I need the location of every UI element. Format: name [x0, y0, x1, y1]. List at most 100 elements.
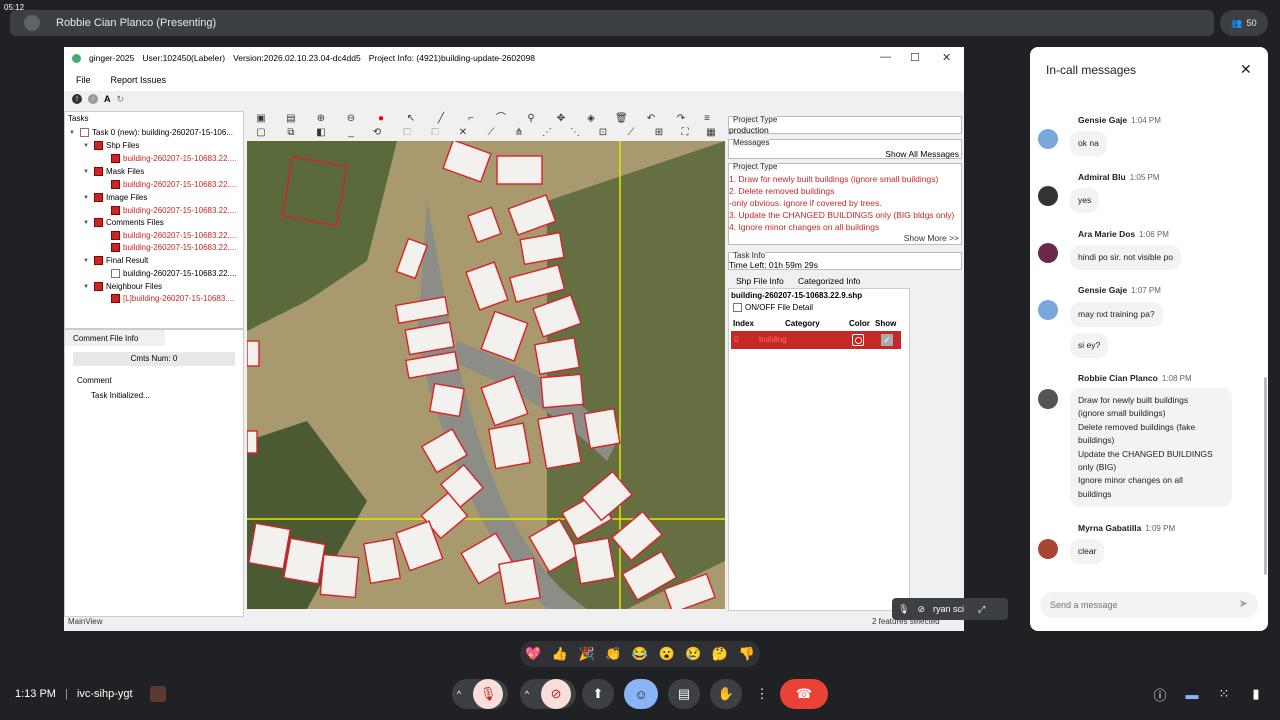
pointer-icon[interactable]: ↖: [405, 113, 417, 125]
activities-button[interactable]: ⁙: [1214, 679, 1234, 709]
refresh-icon[interactable]: ↻: [117, 94, 125, 105]
zoom-in-icon[interactable]: ⊕: [315, 113, 327, 125]
tree-group-final[interactable]: ▼ Final Result: [83, 256, 148, 265]
reactions-button[interactable]: ☺: [624, 679, 658, 709]
tree-group-mask[interactable]: ▼ Mask Files: [83, 167, 144, 176]
checkbox[interactable]: [111, 294, 120, 303]
tab-comment-file-info[interactable]: Comment File Info: [65, 330, 165, 348]
cut-icon[interactable]: ✕: [457, 127, 469, 139]
checkbox[interactable]: [111, 154, 120, 163]
tree-file[interactable]: building-260207-15-10683.22....: [111, 243, 236, 252]
checkbox[interactable]: [94, 256, 103, 265]
tree-file[interactable]: building-260207-15-10683.22....: [111, 206, 236, 215]
collapse-icon[interactable]: ▼: [83, 258, 91, 264]
copy-icon[interactable]: ⧠: [401, 127, 413, 139]
upload-icon[interactable]: ↑: [88, 94, 98, 104]
map-canvas[interactable]: [247, 141, 725, 609]
tab-categorized-info[interactable]: Categorized Info: [798, 276, 860, 286]
participants-button[interactable]: 👥 50: [1220, 10, 1268, 36]
surprised-reaction[interactable]: 😮: [659, 646, 675, 662]
mic-off-button[interactable]: 🎙: [473, 679, 504, 709]
raise-hand-button[interactable]: ✋: [710, 679, 742, 709]
laugh-reaction[interactable]: 😂: [632, 646, 648, 662]
tree-group-comments[interactable]: ▼ Comments Files: [83, 218, 164, 227]
thumbs-up-reaction[interactable]: 👍: [552, 646, 568, 662]
brush-icon[interactable]: ⟋: [625, 127, 637, 139]
info-icon[interactable]: !: [72, 94, 82, 104]
checkbox[interactable]: [111, 206, 120, 215]
export-icon[interactable]: ◧: [315, 127, 327, 139]
party-reaction[interactable]: 🎉: [579, 646, 595, 662]
tree-file[interactable]: building-260207-15-10683.22....: [111, 269, 236, 278]
show-more-button[interactable]: Show More >>: [904, 233, 959, 243]
redo-icon[interactable]: ↷: [675, 113, 687, 125]
checkbox[interactable]: [94, 141, 103, 150]
tree-file[interactable]: [L]building-260207-15-10683....: [111, 294, 234, 303]
collapse-icon[interactable]: ▼: [83, 195, 91, 201]
expand-icon[interactable]: ⤢: [978, 604, 985, 615]
undo-icon[interactable]: ↶: [645, 113, 657, 125]
checkbox[interactable]: [94, 218, 103, 227]
tree-group-image[interactable]: ▼ Image Files: [83, 193, 147, 202]
merge-icon[interactable]: ⧉: [285, 127, 297, 139]
record-icon[interactable]: ●: [375, 113, 387, 125]
meeting-details-button[interactable]: ⓘ: [1150, 679, 1170, 709]
self-view[interactable]: 🎙 ⊘ ryan sci ⤢: [892, 598, 1008, 620]
present-button[interactable]: ⬆: [582, 679, 614, 709]
close-window-icon[interactable]: ✕: [942, 51, 951, 64]
corner-icon[interactable]: ⌐: [465, 113, 477, 125]
chat-button[interactable]: ▬: [1182, 679, 1202, 709]
frame-icon[interactable]: ⊡: [597, 127, 609, 139]
pin-icon[interactable]: ⚲: [525, 113, 537, 125]
group-icon[interactable]: ⊞: [653, 127, 665, 139]
checkbox[interactable]: [111, 243, 120, 252]
curve-icon[interactable]: ⌒: [495, 113, 507, 125]
leave-call-button[interactable]: ☎: [780, 679, 828, 709]
menu-file[interactable]: File: [76, 75, 91, 85]
onoff-toggle[interactable]: ON/OFF File Detail: [733, 303, 813, 312]
checkbox[interactable]: [733, 303, 742, 312]
collapse-icon[interactable]: ▼: [83, 220, 91, 226]
chat-scrollbar[interactable]: [1264, 377, 1267, 575]
checkbox[interactable]: [111, 180, 120, 189]
heart-reaction[interactable]: 💖: [525, 646, 541, 662]
mic-options-icon[interactable]: ^: [457, 689, 461, 699]
line-icon[interactable]: ╱: [435, 113, 447, 125]
thumbs-down-reaction[interactable]: 👎: [738, 646, 754, 662]
table-row[interactable]: 0 building ✓: [731, 331, 901, 349]
checkbox[interactable]: [80, 128, 89, 137]
menu-icon[interactable]: ≡: [701, 113, 713, 125]
slash-icon[interactable]: ⟋: [485, 127, 497, 139]
color-swatch-icon[interactable]: [852, 334, 864, 346]
collapse-icon[interactable]: ▼: [83, 143, 91, 149]
split-icon[interactable]: ⋔: [513, 127, 525, 139]
save-icon[interactable]: ▣: [255, 113, 267, 125]
collapse-icon[interactable]: ▼: [83, 169, 91, 175]
host-tools-button[interactable]: ▮: [1246, 679, 1266, 709]
tree-file[interactable]: building-260207-15-10683.22....: [111, 154, 236, 163]
camera-options-icon[interactable]: ^: [525, 689, 529, 699]
more-options-button[interactable]: ⋮: [752, 679, 772, 709]
thinking-reaction[interactable]: 🤔: [712, 646, 728, 662]
checkbox[interactable]: [111, 269, 120, 278]
collapse-icon[interactable]: ▼: [83, 284, 91, 290]
rotate-icon[interactable]: ⟲: [371, 127, 383, 139]
fill-icon[interactable]: ◈: [585, 113, 597, 125]
show-all-messages-button[interactable]: Show All Messages: [885, 149, 959, 159]
task-root[interactable]: ▼ Task 0 (new): building-260207-15-106..…: [69, 128, 233, 137]
vertices-icon[interactable]: ⋰: [541, 127, 553, 139]
clap-reaction[interactable]: 👏: [605, 646, 621, 662]
maximize-icon[interactable]: ☐: [910, 51, 920, 64]
message-input[interactable]: [1050, 597, 1230, 613]
fit-icon[interactable]: ⛶: [679, 127, 691, 139]
tree-group-shp[interactable]: ▼ Shp Files: [83, 141, 139, 150]
menu-report-issues[interactable]: Report Issues: [111, 75, 167, 85]
minimize-icon[interactable]: —: [880, 51, 891, 63]
tree-group-neighbour[interactable]: ▼ Neighbour Files: [83, 282, 162, 291]
camera-off-button[interactable]: ⊘: [541, 679, 572, 709]
checkbox[interactable]: [111, 231, 120, 240]
grid-icon[interactable]: ▦: [705, 127, 717, 139]
select-icon[interactable]: ▢: [255, 127, 267, 139]
collapse-icon[interactable]: ▼: [69, 130, 77, 136]
send-icon[interactable]: ➤: [1239, 597, 1248, 610]
